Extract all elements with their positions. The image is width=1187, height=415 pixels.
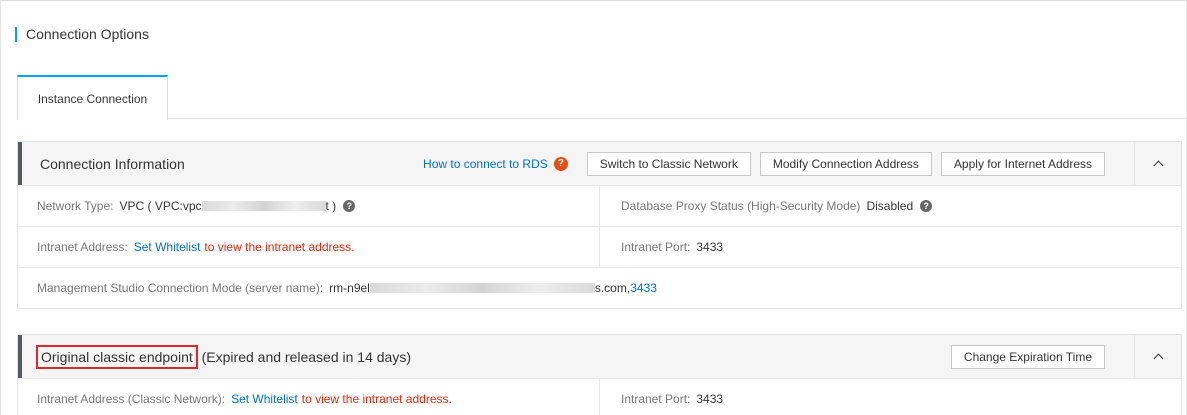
classic-endpoint-title: Original classic endpoint [36,344,198,369]
collapse-toggle[interactable] [1134,335,1181,378]
section-title-text: Connection Options [26,26,149,42]
intranet-port-cell: Intranet Port: 3433 [600,227,1181,267]
chevron-up-icon [1153,353,1163,364]
classic-endpoint-subtitle: (Expired and released in 14 days) [201,348,411,365]
intranet-port-value: 3433 [696,240,724,254]
change-expiration-time-button[interactable]: Change Expiration Time [950,344,1105,369]
proxy-status-cell: Database Proxy Status (High-Security Mod… [600,186,1181,226]
apply-internet-address-button[interactable]: Apply for Internet Address [940,151,1105,176]
panel-title-wrap: Original classic endpoint (Expired and r… [36,344,411,369]
panel-title: Connection Information [40,155,185,172]
network-type-label: Network Type: [37,199,114,213]
classic-intranet-port-value: 3433 [696,392,724,406]
intranet-address-note: to view the intranet address. [204,240,355,254]
network-type-cell: Network Type: VPC ( VPC:vpc t ) ? [18,186,600,226]
classic-intranet-address-cell: Intranet Address (Classic Network): Set … [18,379,600,415]
tab-bar: Instance Connection [17,75,1186,120]
info-row: Network Type: VPC ( VPC:vpc t ) ? Databa… [18,185,1181,226]
classic-intranet-port-label: Intranet Port: [621,392,691,406]
network-type-value: VPC ( VPC:vpc [119,199,202,213]
intranet-address-cell: Intranet Address: Set Whitelist to view … [18,227,600,267]
tab-instance-connection[interactable]: Instance Connection [17,75,168,120]
classic-intranet-port-cell: Intranet Port: 3433 [600,379,1181,415]
set-whitelist-link[interactable]: Set Whitelist [231,392,298,406]
collapse-toggle[interactable] [1134,142,1181,185]
info-row: Management Studio Connection Mode (serve… [18,267,1181,308]
mgmt-studio-label: Management Studio Connection Mode (serve… [37,281,324,295]
how-to-connect-link[interactable]: How to connect to RDS [423,157,548,171]
question-circle-icon[interactable]: ? [920,200,933,212]
section-accent-bar [15,26,17,42]
modify-connection-address-button[interactable]: Modify Connection Address [759,151,932,176]
header-actions: Change Expiration Time [942,335,1105,378]
intranet-port-label: Intranet Port: [621,240,691,254]
connection-options-page: Connection Options Instance Connection C… [0,0,1187,415]
classic-intranet-address-note: to view the intranet address. [301,392,452,406]
header-actions: How to connect to RDS ? Switch to Classi… [423,142,1105,185]
classic-intranet-address-label: Intranet Address (Classic Network): [37,392,226,406]
info-row: Intranet Address (Classic Network): Set … [18,378,1181,415]
info-row: Intranet Address: Set Whitelist to view … [18,226,1181,267]
intranet-address-label: Intranet Address: [37,240,128,254]
set-whitelist-link[interactable]: Set Whitelist [134,240,201,254]
mgmt-studio-port: 3433 [630,281,657,295]
mgmt-studio-value-suffix: s.com, [594,281,631,295]
proxy-status-value: Disabled [866,199,914,213]
mgmt-studio-value: rm-n9el [329,281,370,295]
proxy-status-label: Database Proxy Status (High-Security Mod… [621,199,861,213]
classic-endpoint-panel: Original classic endpoint (Expired and r… [17,334,1182,415]
chevron-up-icon [1153,160,1163,171]
connection-information-panel: Connection Information How to connect to… [17,141,1182,309]
switch-to-classic-network-button[interactable]: Switch to Classic Network [586,151,751,176]
section-title: Connection Options [15,26,149,42]
classic-endpoint-header: Original classic endpoint (Expired and r… [18,335,1181,378]
connection-information-header: Connection Information How to connect to… [18,142,1181,185]
redacted-block [369,283,595,293]
redacted-block [201,201,326,211]
question-circle-icon[interactable]: ? [553,156,568,171]
question-circle-icon[interactable]: ? [343,200,356,212]
network-type-value-suffix: t ) [325,199,337,213]
mgmt-studio-cell: Management Studio Connection Mode (serve… [18,268,1181,308]
